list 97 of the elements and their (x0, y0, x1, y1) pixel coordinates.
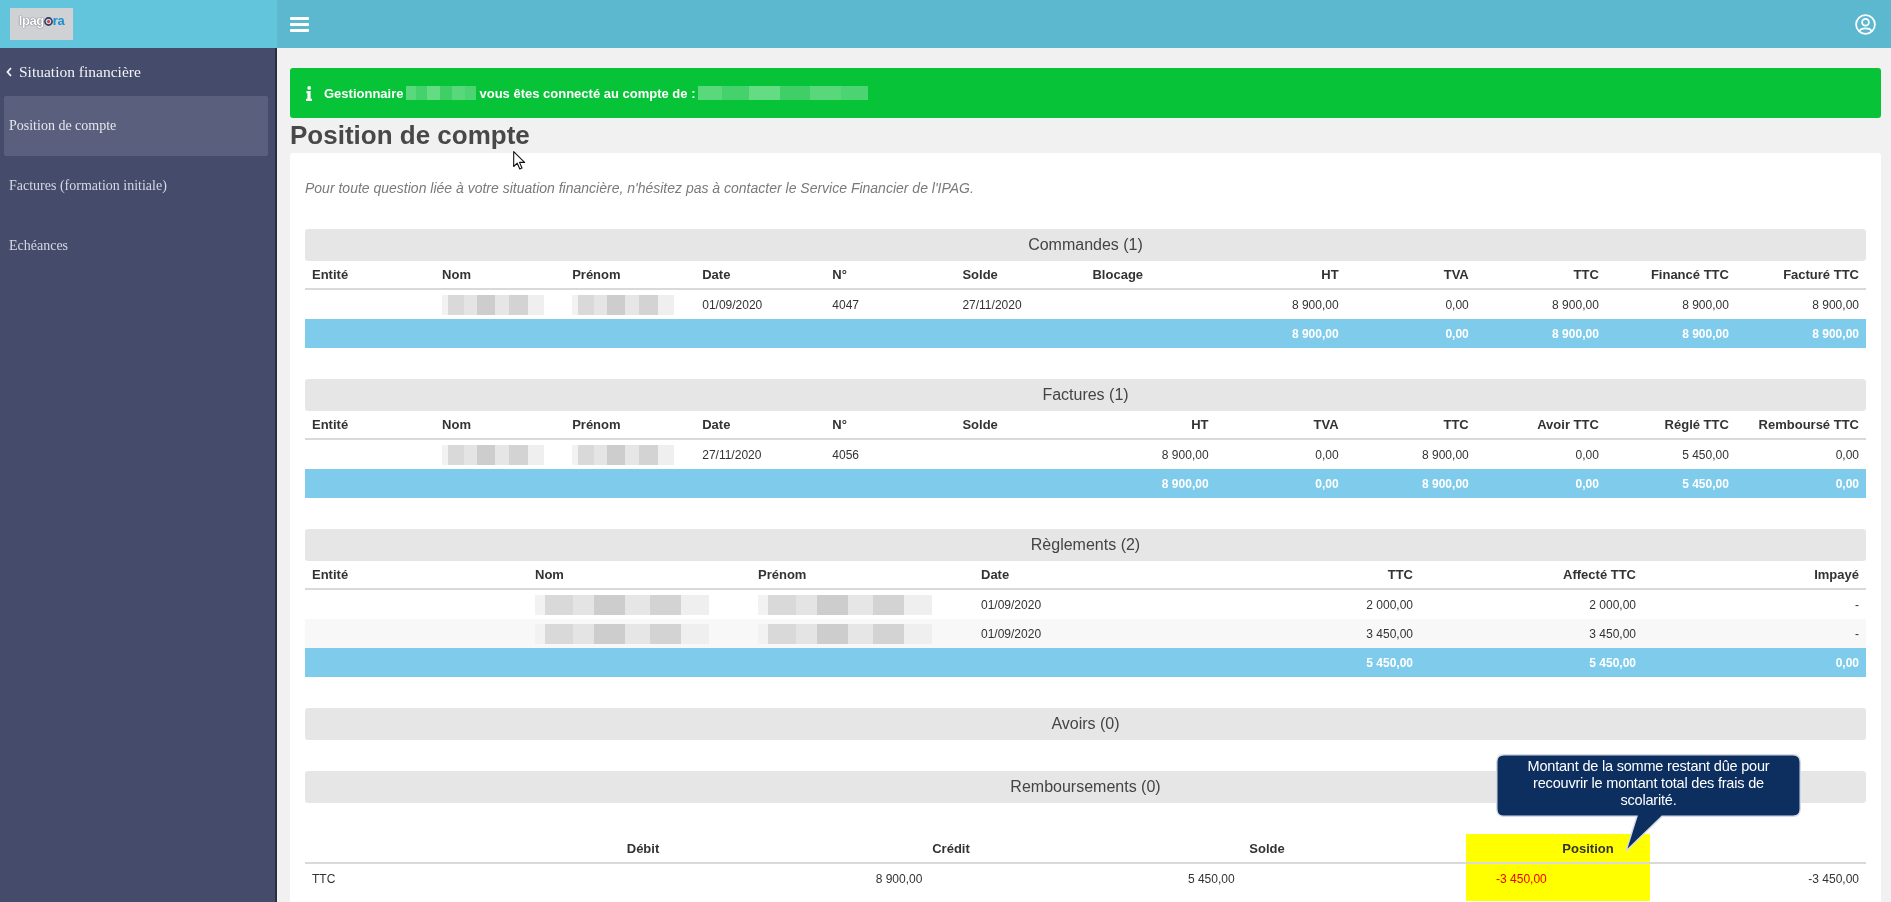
table-cell: 0,00 (1835, 447, 1859, 462)
total-cell: 8 900,00 (1161, 476, 1209, 491)
column-header: HT (1191, 417, 1209, 432)
total-cell: 0,00 (1575, 476, 1599, 491)
table-cell: 01/09/2020 (981, 597, 1042, 612)
table-cell: 8 900,00 (1812, 297, 1859, 312)
column-header: TVA (1443, 267, 1469, 282)
column-header: Financé TTC (1650, 267, 1729, 282)
table-cell: 8 900,00 (1422, 447, 1469, 462)
total-cell: 8 900,00 (1812, 326, 1859, 341)
table-cell: 5 450,00 (1187, 871, 1235, 886)
table-cell: 01/09/2020 (702, 297, 763, 312)
table-cell: 0,00 (1315, 447, 1339, 462)
table-cell: 8 900,00 (1552, 297, 1599, 312)
column-header: Nom (442, 267, 471, 282)
row-label: TTC (312, 871, 336, 886)
table-cell: 8 900,00 (1682, 297, 1729, 312)
total-cell: 5 450,00 (1589, 655, 1636, 670)
table-cell: 8 900,00 (1161, 447, 1209, 462)
total-cell: 0,00 (1445, 326, 1469, 341)
column-header: Crédit (932, 840, 970, 856)
column-header: Solde (1249, 840, 1285, 856)
banner-text: Gestionnaire (324, 85, 404, 101)
column-header: TTC (1443, 417, 1469, 432)
column-header: Prénom (572, 267, 621, 282)
page-title: Position de compte (290, 120, 530, 150)
section-heading: Factures (1) (305, 379, 1866, 411)
table-cell: -3 450,00 (1808, 871, 1859, 886)
total-cell: 8 900,00 (1422, 476, 1469, 491)
column-header: Date (981, 567, 1010, 582)
table-cell: 27/11/2020 (962, 297, 1022, 312)
column-header: Impayé (1814, 567, 1859, 582)
banner-text: vous êtes connecté au compte de : (479, 85, 696, 101)
column-header: TVA (1313, 417, 1339, 432)
table-cell: 2 000,00 (1589, 597, 1636, 612)
redacted-block (406, 86, 477, 100)
column-header: N° (832, 267, 847, 282)
table-cell: 3 450,00 (1589, 626, 1636, 641)
column-header: Date (702, 267, 731, 282)
table-cell: 0,00 (1445, 297, 1469, 312)
column-header: Réglé TTC (1664, 417, 1729, 432)
table-cell: 4056 (832, 447, 860, 462)
column-header: TTC (1573, 267, 1599, 282)
column-header: Débit (626, 840, 660, 856)
table-cell: 8 900,00 (1291, 297, 1339, 312)
section-heading: Règlements (2) (305, 529, 1866, 561)
table-cell: 0,00 (1575, 447, 1599, 462)
column-header: Position (1562, 840, 1614, 856)
table-cell: 27/11/2020 (702, 447, 762, 462)
table-cell: 01/09/2020 (981, 626, 1042, 641)
total-cell: 8 900,00 (1682, 326, 1729, 341)
total-cell: 0,00 (1835, 476, 1859, 491)
back-link[interactable]: Situation financière (4, 52, 141, 92)
column-header: Solde (962, 267, 998, 282)
table-cell: 3 450,00 (1366, 626, 1413, 641)
table-cell: 8 900,00 (875, 871, 923, 886)
total-cell: 0,00 (1835, 655, 1859, 670)
column-header: Avoir TTC (1537, 417, 1599, 432)
user-account-icon[interactable] (1855, 13, 1876, 35)
total-cell: 8 900,00 (1552, 326, 1599, 341)
sidebar-item[interactable]: Echéances (4, 216, 268, 276)
column-header: Affecté TTC (1563, 567, 1636, 582)
column-header: Prénom (758, 567, 807, 582)
column-header: HT (1321, 267, 1339, 282)
column-header: TTC (1387, 567, 1413, 582)
column-header: Entité (312, 267, 349, 282)
column-header: Blocage (1092, 267, 1144, 282)
section-heading: Avoirs (0) (305, 708, 1866, 740)
column-header: Facturé TTC (1783, 267, 1859, 282)
intro-text: Pour toute question liée à votre situation financière, n'hésitez pas à contacter le Service Financier de l'IPAG. (305, 179, 974, 198)
column-header: Remboursé TTC (1758, 417, 1859, 432)
total-cell: 8 900,00 (1291, 326, 1339, 341)
total-cell: 5 450,00 (1366, 655, 1413, 670)
info-icon (306, 85, 312, 101)
column-header: N° (832, 417, 847, 432)
menu-icon[interactable] (290, 16, 309, 32)
table-cell: 4047 (832, 297, 860, 312)
total-cell: 5 450,00 (1682, 476, 1729, 491)
column-header: Entité (312, 417, 349, 432)
section-heading: Commandes (1) (305, 229, 1866, 261)
sidebar-item[interactable]: Factures (formation initiale) (4, 156, 268, 216)
column-header: Entité (312, 567, 349, 582)
table-cell: - (1855, 626, 1859, 641)
column-header: Solde (962, 417, 998, 432)
sidebar-item[interactable]: Position de compte (4, 96, 268, 156)
column-header: Prénom (572, 417, 621, 432)
column-header: Date (702, 417, 731, 432)
table-cell: - (1855, 597, 1859, 612)
table-cell: 2 000,00 (1366, 597, 1413, 612)
chevron-left-icon (6, 67, 12, 77)
total-cell: 0,00 (1315, 476, 1339, 491)
column-header: Nom (442, 417, 471, 432)
table-cell: 5 450,00 (1682, 447, 1729, 462)
logo-mark-icon (43, 16, 53, 26)
logo-text: ra (52, 14, 65, 28)
column-header: Nom (535, 567, 564, 582)
table-cell: -3 450,00 (1496, 871, 1547, 886)
